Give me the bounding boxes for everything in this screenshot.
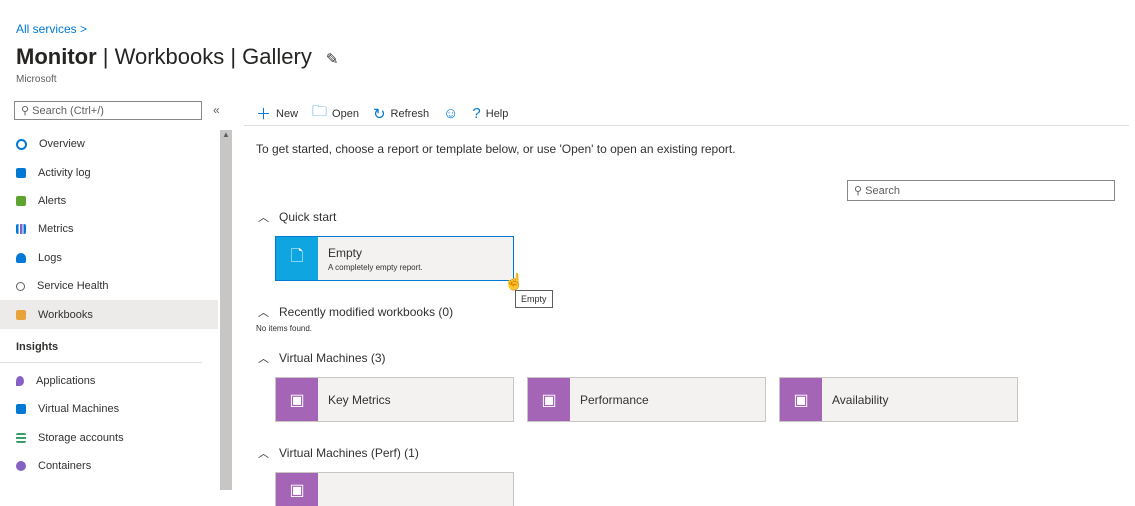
service-health-icon xyxy=(16,281,25,291)
feedback-button[interactable]: ☺ xyxy=(443,105,458,122)
sidebar-item-label: Containers xyxy=(38,460,92,473)
tile-description: A completely empty report. xyxy=(328,262,423,272)
sidebar-item-label: Service Health xyxy=(37,280,109,293)
refresh-label: Refresh xyxy=(390,107,430,120)
sidebar-item-label: Applications xyxy=(36,374,96,387)
sidebar-item-service-health[interactable]: Service Health xyxy=(0,272,218,300)
sidebar-item-workbooks[interactable]: Workbooks xyxy=(0,300,218,329)
activity-log-icon xyxy=(16,167,26,178)
folder-icon: 🗀 xyxy=(312,103,328,120)
breadcrumb[interactable]: All services > xyxy=(16,22,87,36)
chevron-up-icon: ︿ xyxy=(258,353,269,365)
section-title: Virtual Machines (3) xyxy=(279,351,386,365)
workbook-icon: ▣ xyxy=(528,378,570,421)
command-bar: ＋ New 🗀 Open ↻ Refresh ☺ ? Help xyxy=(256,101,508,126)
workbook-icon: ▣ xyxy=(780,378,822,421)
sidebar-search-placeholder: Search (Ctrl+/) xyxy=(32,105,104,117)
tile-availability[interactable]: ▣ Availability xyxy=(779,377,1018,422)
workbook-icon: ▣ xyxy=(276,473,318,506)
help-button[interactable]: ? Help xyxy=(472,105,508,122)
pin-icon[interactable]: ✎ xyxy=(326,51,339,68)
section-title: Recently modified workbooks (0) xyxy=(279,305,454,319)
page-subtitle: Microsoft xyxy=(16,74,57,85)
storage-accounts-icon xyxy=(16,432,26,443)
sidebar-item-overview[interactable]: Overview xyxy=(0,130,218,158)
new-button[interactable]: ＋ New xyxy=(256,103,298,124)
chevron-up-icon: ︿ xyxy=(258,212,269,224)
search-icon: ⚲ xyxy=(854,185,866,197)
hand-cursor-icon: ☝ xyxy=(504,274,524,291)
scroll-up-icon[interactable]: ▲ xyxy=(222,130,230,139)
open-button[interactable]: 🗀 Open xyxy=(312,101,359,126)
workbooks-icon xyxy=(16,309,26,320)
workbook-icon: ▣ xyxy=(276,378,318,421)
logs-icon xyxy=(16,252,26,263)
alerts-icon xyxy=(16,195,26,206)
help-label: Help xyxy=(485,107,509,120)
collapse-sidebar-icon[interactable]: « xyxy=(213,103,220,117)
section-virtual-machines-perf[interactable]: ︿ Virtual Machines (Perf) (1) xyxy=(258,445,419,461)
containers-icon xyxy=(16,461,26,472)
sidebar-item-label: Metrics xyxy=(38,223,74,236)
tile-key-metrics[interactable]: ▣ Key Metrics xyxy=(275,377,514,422)
sidebar-item-metrics[interactable]: Metrics xyxy=(0,215,218,243)
gallery-search-input[interactable]: ⚲ Search xyxy=(847,180,1115,201)
open-label: Open xyxy=(332,107,359,120)
sidebar-item-label: Storage accounts xyxy=(38,431,124,444)
tile-title: Availability xyxy=(832,392,889,407)
sidebar-item-label: Workbooks xyxy=(38,308,93,321)
section-virtual-machines[interactable]: ︿ Virtual Machines (3) xyxy=(258,350,386,366)
tile-title: Performance xyxy=(580,392,649,407)
refresh-icon: ↻ xyxy=(372,105,386,123)
sidebar-item-label: Activity log xyxy=(38,166,91,179)
intro-text: To get started, choose a report or templ… xyxy=(256,142,736,156)
toolbar-divider xyxy=(244,125,1129,126)
gallery-search-placeholder: Search xyxy=(865,185,900,197)
sidebar-item-label: Logs xyxy=(38,251,62,264)
sidebar-nav: Overview Activity log Alerts Metrics Log… xyxy=(0,130,218,480)
page-title-rest: | Workbooks | Gallery xyxy=(96,44,312,69)
sidebar-search-input[interactable]: ⚲ Search (Ctrl+/) xyxy=(14,101,202,120)
section-title: Quick start xyxy=(279,210,337,224)
sidebar-item-storage-accounts[interactable]: Storage accounts xyxy=(0,424,218,452)
page-title-bold: Monitor xyxy=(16,44,97,69)
sidebar-item-alerts[interactable]: Alerts xyxy=(0,187,218,215)
plus-icon: ＋ xyxy=(256,106,272,123)
no-items-text: No items found. xyxy=(256,324,313,333)
sidebar-item-label: Overview xyxy=(39,138,85,151)
document-icon: 🗋 xyxy=(276,237,318,280)
overview-icon xyxy=(16,138,27,150)
smiley-icon: ☺ xyxy=(443,105,459,122)
new-label: New xyxy=(276,107,299,120)
metrics-icon xyxy=(16,224,26,235)
tooltip: Empty xyxy=(515,290,553,308)
sidebar-item-virtual-machines[interactable]: Virtual Machines xyxy=(0,395,218,423)
section-recent[interactable]: ︿ Recently modified workbooks (0) xyxy=(258,304,453,320)
refresh-button[interactable]: ↻ Refresh xyxy=(373,105,429,123)
search-icon: ⚲ xyxy=(21,105,33,117)
section-title: Virtual Machines (Perf) (1) xyxy=(279,446,419,460)
chevron-up-icon: ︿ xyxy=(258,448,269,460)
applications-icon xyxy=(16,375,24,386)
tile-title: Key Metrics xyxy=(328,392,391,407)
tile-partial[interactable]: ▣ xyxy=(275,472,514,506)
sidebar-section-insights: Insights xyxy=(0,333,202,363)
sidebar-item-containers[interactable]: Containers xyxy=(0,452,218,480)
chevron-up-icon: ︿ xyxy=(258,307,269,319)
page-title: Monitor | Workbooks | Gallery ✎ xyxy=(16,44,338,70)
sidebar-item-logs[interactable]: Logs xyxy=(0,244,218,272)
sidebar-scrollbar[interactable] xyxy=(220,130,232,490)
section-quick-start[interactable]: ︿ Quick start xyxy=(258,209,336,225)
sidebar-item-label: Virtual Machines xyxy=(38,403,120,416)
help-icon: ? xyxy=(472,105,481,122)
sidebar-item-label: Alerts xyxy=(38,194,67,207)
tile-empty[interactable]: 🗋 Empty A completely empty report. xyxy=(275,236,514,281)
sidebar-item-applications[interactable]: Applications xyxy=(0,367,218,395)
sidebar-item-activity-log[interactable]: Activity log xyxy=(0,158,218,186)
tile-performance[interactable]: ▣ Performance xyxy=(527,377,766,422)
virtual-machines-icon xyxy=(16,404,26,415)
tile-title: Empty xyxy=(328,245,363,260)
